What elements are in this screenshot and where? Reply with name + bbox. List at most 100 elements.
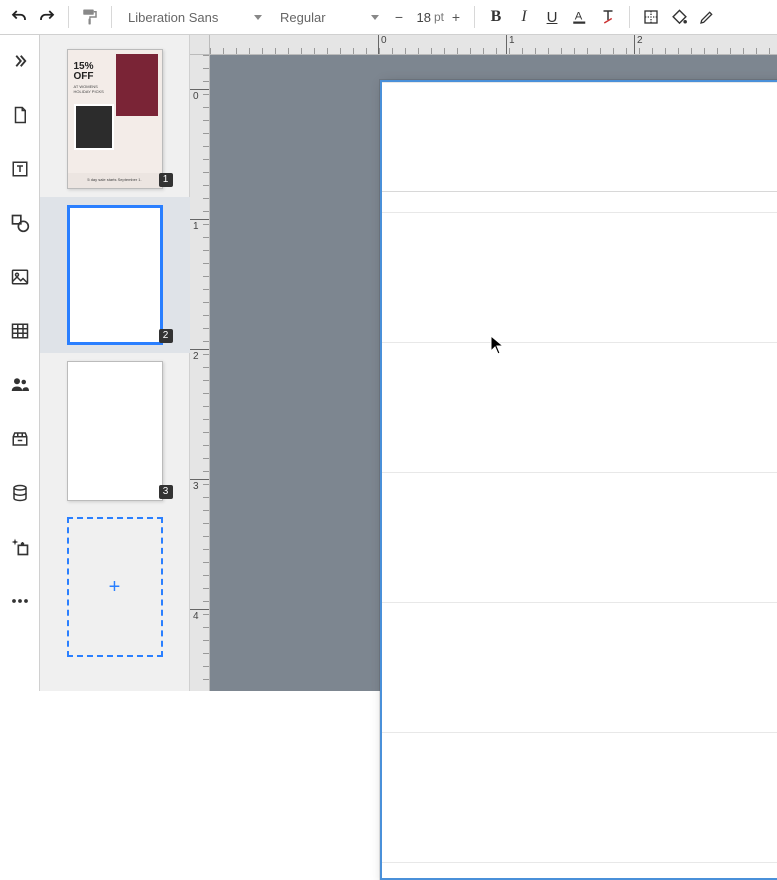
ruler-horizontal[interactable]: 0 1 2	[210, 35, 777, 55]
add-slide-button[interactable]: +	[67, 517, 163, 657]
thumb1-sub: AT WOMENS HOLIDAY PICKS	[74, 85, 112, 95]
minus-icon: −	[395, 9, 403, 25]
smart-insert-button[interactable]	[6, 533, 34, 561]
ruler-label: 1	[193, 221, 199, 232]
ruler-label: 4	[193, 611, 199, 622]
svg-text:A: A	[575, 10, 583, 22]
top-toolbar: Liberation Sans Regular − 18 pt + B I U …	[0, 0, 777, 35]
bucket-icon	[671, 9, 688, 26]
font-family-dropdown[interactable]: Liberation Sans	[120, 4, 270, 30]
people-button[interactable]	[6, 371, 34, 399]
ruler-tick	[190, 349, 210, 350]
database-button[interactable]	[6, 479, 34, 507]
slide-thumbnail-1[interactable]: 15% OFF AT WOMENS HOLIDAY PICKS 5 day sa…	[55, 49, 175, 189]
page-icon	[11, 105, 29, 125]
page-grid	[382, 82, 777, 878]
slide-number: 2	[159, 329, 173, 343]
font-size-increase-button[interactable]: +	[446, 4, 466, 30]
page-canvas[interactable]	[380, 80, 777, 880]
paint-roller-icon	[81, 8, 99, 26]
pencil-icon	[699, 9, 715, 25]
font-style-value: Regular	[280, 10, 326, 25]
separator	[474, 6, 475, 28]
clear-format-icon	[599, 8, 617, 26]
sparkle-shape-icon	[10, 537, 30, 557]
redo-button[interactable]	[34, 4, 60, 30]
thumb1-footer: 5 day sale starts September 1.	[68, 173, 162, 188]
thumb1-product-image-1	[116, 54, 158, 116]
slide-thumbnail-3[interactable]: 3	[55, 361, 175, 501]
pages-button[interactable]	[6, 101, 34, 129]
italic-icon: I	[521, 8, 526, 26]
plus-icon: +	[452, 9, 460, 25]
table-icon	[10, 322, 30, 340]
bold-button[interactable]: B	[483, 4, 509, 30]
fill-color-button[interactable]	[666, 4, 692, 30]
more-tools-button[interactable]	[6, 587, 34, 615]
more-icon	[11, 598, 29, 604]
ruler-tick	[190, 479, 210, 480]
font-style-dropdown[interactable]: Regular	[272, 4, 387, 30]
chevron-down-icon	[254, 15, 262, 20]
archive-icon	[10, 430, 30, 448]
shapes-icon	[10, 213, 30, 233]
left-tool-rail	[0, 35, 40, 691]
underline-button[interactable]: U	[539, 4, 565, 30]
ruler-label: 2	[637, 35, 643, 46]
archive-button[interactable]	[6, 425, 34, 453]
ruler-label: 0	[381, 35, 387, 46]
canvas-area: 0 1 2 0 1 2 3 4	[190, 35, 777, 691]
font-color-button[interactable]: A	[567, 4, 593, 30]
slide-number: 3	[159, 485, 173, 499]
image-icon	[10, 268, 30, 286]
plus-icon: +	[109, 576, 121, 599]
ruler-corner	[190, 35, 210, 55]
font-size-decrease-button[interactable]: −	[389, 4, 409, 30]
ruler-tick	[190, 89, 210, 90]
chevron-down-icon	[371, 15, 379, 20]
underline-icon: U	[547, 9, 558, 26]
separator	[68, 6, 69, 28]
collapse-panel-button[interactable]	[6, 47, 34, 75]
separator	[111, 6, 112, 28]
separator	[629, 6, 630, 28]
ruler-tick	[378, 35, 379, 55]
ruler-tick	[190, 219, 210, 220]
font-size-group: − 18 pt +	[389, 4, 466, 30]
undo-icon	[10, 8, 28, 26]
chevrons-right-icon	[11, 52, 29, 70]
font-size-unit: pt	[434, 10, 444, 24]
ruler-tick	[506, 35, 507, 55]
ruler-tick	[634, 35, 635, 55]
text-tool-button[interactable]	[6, 155, 34, 183]
ruler-vertical[interactable]: 0 1 2 3 4	[190, 55, 210, 691]
borders-button[interactable]	[638, 4, 664, 30]
borders-icon	[643, 9, 659, 25]
font-color-icon: A	[571, 8, 589, 26]
image-button[interactable]	[6, 263, 34, 291]
thumb1-product-image-2	[74, 104, 114, 150]
format-paintbrush-button[interactable]	[77, 4, 103, 30]
ruler-tick	[190, 609, 210, 610]
ruler-label: 0	[193, 91, 199, 102]
undo-button[interactable]	[6, 4, 32, 30]
ruler-label: 3	[193, 481, 199, 492]
edit-button[interactable]	[694, 4, 720, 30]
slide-panel: 15% OFF AT WOMENS HOLIDAY PICKS 5 day sa…	[40, 35, 190, 691]
slide-thumbnail-2[interactable]: 2	[55, 205, 175, 345]
clear-formatting-button[interactable]	[595, 4, 621, 30]
people-icon	[9, 376, 31, 394]
shapes-button[interactable]	[6, 209, 34, 237]
font-size-input[interactable]: 18	[411, 10, 431, 25]
ruler-label: 2	[193, 351, 199, 362]
thumb1-headline2: OFF	[74, 71, 94, 82]
database-icon	[11, 483, 29, 503]
italic-button[interactable]: I	[511, 4, 537, 30]
redo-icon	[38, 8, 56, 26]
text-icon	[11, 160, 29, 178]
table-button[interactable]	[6, 317, 34, 345]
font-family-value: Liberation Sans	[128, 10, 218, 25]
bold-icon: B	[491, 8, 502, 26]
slide-number: 1	[159, 173, 173, 187]
ruler-label: 1	[509, 35, 515, 46]
